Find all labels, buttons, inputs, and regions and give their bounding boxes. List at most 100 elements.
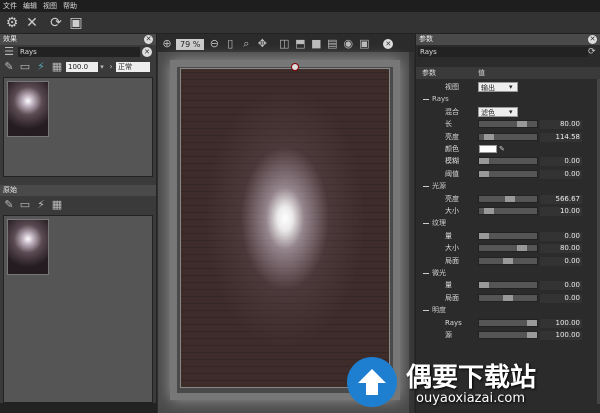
effects-search-input[interactable]: Rays <box>18 47 140 57</box>
param-value[interactable]: 566.67 <box>540 194 582 204</box>
close-canvas-icon[interactable]: ✕ <box>383 39 394 49</box>
eyedropper-icon[interactable]: ✎ <box>499 144 505 155</box>
blend-mode-select[interactable]: 正常 <box>116 62 150 72</box>
param-slider[interactable] <box>478 120 538 129</box>
menu-file[interactable]: 文件 <box>3 1 17 11</box>
param-label: 视图 <box>445 83 459 91</box>
gear-icon[interactable]: ⚙ <box>4 15 20 31</box>
section-header[interactable]: 明度 <box>423 305 446 316</box>
slider-knob[interactable] <box>483 208 494 214</box>
param-value[interactable]: 10.00 <box>540 207 582 216</box>
edit-icon[interactable]: ✎ <box>2 60 16 74</box>
param-value[interactable]: 80.00 <box>540 244 582 254</box>
param-slider[interactable] <box>478 207 538 215</box>
monitor-icon[interactable]: ▭ <box>18 198 32 212</box>
layers-icon[interactable]: ▦ <box>50 60 64 74</box>
close-icon[interactable]: ✕ <box>144 35 153 44</box>
split-vertical-icon[interactable]: ◫ <box>277 37 291 51</box>
frame-icon[interactable]: ▣ <box>357 37 371 51</box>
param-slider[interactable] <box>478 256 538 265</box>
chevron-down-icon[interactable]: ▾ <box>509 82 513 93</box>
edit-icon[interactable]: ✎ <box>2 198 16 212</box>
param-value[interactable]: 0.00 <box>540 256 582 266</box>
param-value[interactable]: 0.00 <box>540 169 582 179</box>
param-value[interactable]: 100.00 <box>540 318 582 328</box>
section-header[interactable]: 微光 <box>423 268 446 279</box>
param-value[interactable]: 0.00 <box>540 293 582 303</box>
layers-icon[interactable]: ▦ <box>50 198 64 212</box>
split-horizontal-icon[interactable]: ⬒ <box>293 37 307 51</box>
horizontal-scrollbar[interactable] <box>0 403 156 413</box>
zoom-out-icon[interactable]: ⊖ <box>207 37 221 51</box>
camera-icon[interactable]: ◉ <box>341 37 355 51</box>
param-slider[interactable] <box>478 157 538 166</box>
page-icon[interactable]: ▤ <box>325 37 339 51</box>
slider-knob[interactable] <box>484 133 495 140</box>
slider-knob[interactable] <box>503 294 513 301</box>
pan-icon[interactable]: ✥ <box>255 37 269 51</box>
opacity-input[interactable]: 100.0 <box>66 62 98 72</box>
single-view-icon[interactable]: ■ <box>309 37 323 51</box>
close-icon[interactable]: ✕ <box>588 35 597 44</box>
section-header[interactable]: 光源 <box>423 181 446 192</box>
slider-knob[interactable] <box>505 195 516 202</box>
collapse-icon[interactable] <box>423 309 429 311</box>
slider-knob[interactable] <box>479 232 489 239</box>
slider-knob[interactable] <box>479 170 489 177</box>
slider-knob[interactable] <box>527 332 537 338</box>
zoom-level[interactable]: 79 % <box>176 38 205 50</box>
param-value[interactable]: 0.00 <box>540 281 582 291</box>
opacity-stepper[interactable]: ▾ <box>98 60 106 74</box>
collapse-icon[interactable] <box>423 272 429 274</box>
slider-knob[interactable] <box>479 158 489 165</box>
section-header[interactable]: 纹理 <box>423 218 446 229</box>
magnifier-icon[interactable]: ⌕ <box>239 37 253 51</box>
monitor-icon[interactable]: ▭ <box>18 60 32 74</box>
lightning-icon[interactable]: ⚡ <box>34 60 48 74</box>
collapse-icon[interactable] <box>423 222 429 224</box>
source-thumbnail[interactable] <box>7 219 49 275</box>
param-slider[interactable] <box>478 244 538 253</box>
fit-page-icon[interactable]: ▯ <box>223 37 237 51</box>
chevron-right-icon[interactable]: › <box>108 60 114 74</box>
zoom-in-icon[interactable]: ⊕ <box>160 37 174 51</box>
param-slider[interactable] <box>478 331 538 339</box>
param-slider[interactable] <box>478 132 538 141</box>
param-slider[interactable] <box>478 169 538 178</box>
close-x-icon[interactable]: ✕ <box>24 15 40 31</box>
lightning-icon[interactable]: ⚡ <box>34 198 48 212</box>
effect-thumbnail[interactable] <box>7 81 49 137</box>
param-slider[interactable] <box>478 293 538 302</box>
param-value[interactable]: 80.00 <box>540 120 582 130</box>
barn-photo[interactable] <box>180 68 390 388</box>
clear-icon[interactable]: ✕ <box>142 47 152 57</box>
slider-knob[interactable] <box>503 257 513 264</box>
collapse-icon[interactable] <box>423 98 429 100</box>
menu-edit[interactable]: 编辑 <box>23 1 37 11</box>
menu-help[interactable]: 帮助 <box>63 1 77 11</box>
color-swatch[interactable] <box>479 145 497 153</box>
param-slider[interactable] <box>478 281 538 290</box>
param-value[interactable]: 100.00 <box>540 331 582 340</box>
section-label: 光源 <box>432 182 446 191</box>
chevron-down-icon[interactable]: ▾ <box>509 107 513 118</box>
menu-view[interactable]: 视图 <box>43 1 57 11</box>
light-source-handle[interactable] <box>291 63 299 71</box>
slider-knob[interactable] <box>527 319 537 326</box>
collapse-icon[interactable] <box>423 185 429 187</box>
slider-knob[interactable] <box>479 282 489 289</box>
refresh-icon[interactable]: ⟳ <box>588 47 598 57</box>
list-icon[interactable]: ☰ <box>2 45 16 59</box>
param-value[interactable]: 0.00 <box>540 157 582 167</box>
param-value[interactable]: 114.58 <box>540 132 582 142</box>
param-slider[interactable] <box>478 231 538 240</box>
param-slider[interactable] <box>478 318 538 327</box>
refresh-icon[interactable]: ⟳ <box>48 15 64 31</box>
slider-knob[interactable] <box>517 121 528 128</box>
params-search-input[interactable]: Rays <box>418 47 588 57</box>
param-value[interactable]: 0.00 <box>540 231 582 241</box>
param-slider[interactable] <box>478 194 538 203</box>
fit-icon[interactable]: ▣ <box>68 15 84 31</box>
section-header[interactable]: Rays <box>423 94 449 105</box>
slider-knob[interactable] <box>517 245 528 252</box>
